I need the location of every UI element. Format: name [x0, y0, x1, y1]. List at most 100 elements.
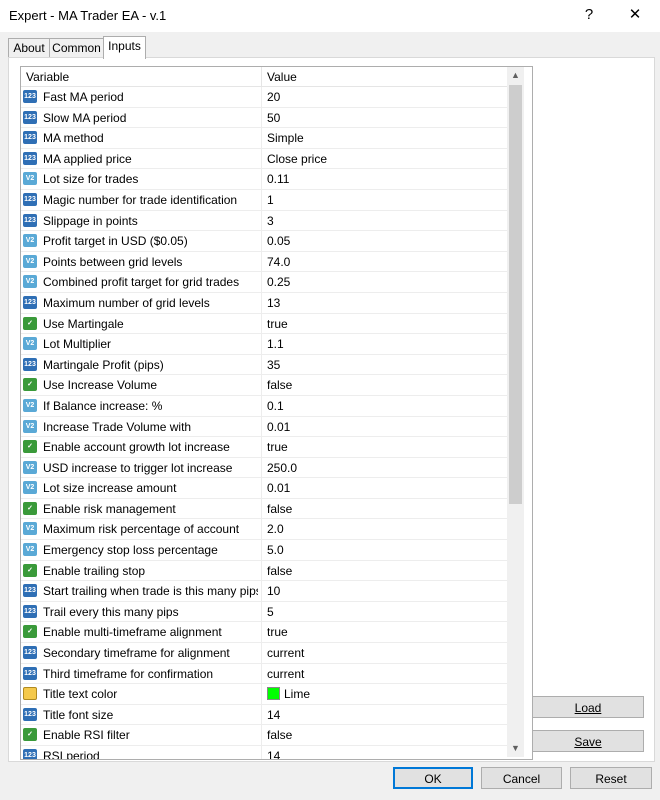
variable-value[interactable]: 3: [267, 214, 274, 228]
variable-value[interactable]: 50: [267, 111, 280, 125]
table-row[interactable]: ✓ Use Martingale true: [21, 313, 507, 335]
variable-value[interactable]: false: [267, 564, 292, 578]
variable-value[interactable]: 0.05: [267, 234, 290, 248]
double-type-icon: V2: [23, 419, 37, 433]
table-row[interactable]: 123 Slippage in points 3: [21, 210, 507, 232]
table-row[interactable]: ✓ Enable RSI filter false: [21, 725, 507, 746]
table-row[interactable]: Title text color Lime: [21, 684, 507, 705]
double-type-icon: V2: [23, 254, 37, 268]
ok-button[interactable]: OK: [393, 767, 473, 789]
tab-common[interactable]: Common: [49, 38, 104, 58]
variable-value[interactable]: 10: [267, 584, 280, 598]
table-row[interactable]: ✓ Enable multi-timeframe alignment true: [21, 622, 507, 644]
table-row[interactable]: 123 MA applied price Close price: [21, 148, 507, 170]
variable-value[interactable]: 5: [267, 605, 274, 619]
variable-value[interactable]: 0.01: [267, 420, 290, 434]
scroll-up-icon[interactable]: ▲: [507, 67, 524, 84]
variable-value[interactable]: 14: [267, 708, 280, 722]
close-button[interactable]: ✕: [623, 4, 647, 26]
table-row[interactable]: V2 Emergency stop loss percentage 5.0: [21, 540, 507, 561]
table-row[interactable]: V2 Profit target in USD ($0.05) 0.05: [21, 231, 507, 252]
scroll-down-icon[interactable]: ▼: [507, 740, 524, 757]
variable-value[interactable]: 250.0: [267, 461, 297, 475]
variable-value[interactable]: true: [267, 625, 288, 639]
variable-value[interactable]: 2.0: [267, 522, 284, 536]
window-title: Expert - MA Trader EA - v.1: [9, 8, 167, 23]
variable-name: Enable multi-timeframe alignment: [43, 625, 222, 640]
scroll-thumb[interactable]: [509, 85, 522, 504]
variable-value[interactable]: true: [267, 317, 288, 331]
variable-value[interactable]: Simple: [267, 131, 304, 145]
table-row[interactable]: 123 Fast MA period 20: [21, 87, 507, 108]
table-row[interactable]: 123 Title font size 14: [21, 704, 507, 726]
table-row[interactable]: 123 Martingale Profit (pips) 35: [21, 354, 507, 376]
variable-value[interactable]: Lime: [267, 687, 310, 701]
double-type-icon: V2: [23, 398, 37, 412]
table-row[interactable]: V2 If Balance increase: % 0.1: [21, 395, 507, 417]
variable-value-text: Lime: [284, 687, 311, 702]
variable-name: Magic number for trade identification: [43, 192, 238, 207]
variable-value[interactable]: current: [267, 667, 304, 681]
table-row[interactable]: 123 Third timeframe for confirmation curre…: [21, 663, 507, 685]
table-row[interactable]: 123 Start trailing when trade is this man…: [21, 581, 507, 602]
variable-value[interactable]: 5.0: [267, 543, 284, 557]
variable-value[interactable]: true: [267, 440, 288, 454]
variable-value[interactable]: current: [267, 646, 304, 660]
variable-value[interactable]: 20: [267, 90, 280, 104]
table-row[interactable]: ✓ Enable trailing stop false: [21, 560, 507, 582]
variable-value[interactable]: 35: [267, 358, 280, 372]
column-variable[interactable]: Variable: [26, 70, 69, 84]
cancel-button[interactable]: Cancel: [481, 767, 562, 789]
column-value[interactable]: Value: [267, 70, 297, 84]
variable-value[interactable]: 1: [267, 193, 274, 207]
table-row[interactable]: 123 Trail every this many pips 5: [21, 601, 507, 623]
reset-button[interactable]: Reset: [570, 767, 652, 789]
variable-value[interactable]: false: [267, 378, 292, 392]
boolean-type-icon: ✓: [23, 501, 37, 515]
table-row[interactable]: ✓ Enable risk management false: [21, 498, 507, 520]
variable-value[interactable]: 0.01: [267, 481, 290, 495]
tab-inputs[interactable]: Inputs: [103, 36, 146, 59]
table-row[interactable]: V2 USD increase to trigger lot increase 25…: [21, 457, 507, 479]
variable-value[interactable]: 74.0: [267, 255, 290, 269]
table-row[interactable]: V2 Lot size increase amount 0.01: [21, 478, 507, 499]
table-row[interactable]: 123 RSI period 14: [21, 746, 507, 760]
variable-value[interactable]: 0.1: [267, 399, 284, 413]
variable-value[interactable]: Close price: [267, 152, 327, 166]
table-row[interactable]: 123 Magic number for trade identification…: [21, 189, 507, 211]
table-row[interactable]: V2 Maximum risk percentage of account 2.0: [21, 519, 507, 541]
table-row[interactable]: V2 Points between grid levels 74.0: [21, 251, 507, 273]
table-row[interactable]: ✓ Use Increase Volume false: [21, 375, 507, 396]
vertical-scrollbar[interactable]: ▲ ▼: [507, 67, 524, 757]
variable-value[interactable]: 1.1: [267, 337, 284, 351]
variable-value[interactable]: 0.11: [267, 172, 289, 186]
table-row[interactable]: ✓ Enable account growth lot increase true: [21, 437, 507, 458]
table-row[interactable]: 123 Secondary timeframe for alignment curr…: [21, 643, 507, 664]
variable-name: Profit target in USD ($0.05): [43, 234, 188, 249]
variable-value[interactable]: 14: [267, 749, 280, 759]
variable-name: Trail every this many pips: [43, 604, 179, 619]
integer-type-icon: 123: [23, 192, 37, 206]
help-button[interactable]: ?: [577, 4, 601, 26]
integer-type-icon: 123: [23, 110, 37, 124]
table-row[interactable]: V2 Lot size for trades 0.11: [21, 169, 507, 190]
tab-about[interactable]: About: [8, 38, 50, 58]
variable-name: RSI period: [43, 749, 100, 760]
save-button[interactable]: Save: [532, 730, 644, 752]
table-row[interactable]: V2 Lot Multiplier 1.1: [21, 334, 507, 355]
table-row[interactable]: V2 Combined profit target for grid trades…: [21, 272, 507, 293]
integer-type-icon: 123: [23, 295, 37, 309]
variable-name: Increase Trade Volume with: [43, 419, 192, 434]
variable-value[interactable]: 0.25: [267, 275, 290, 289]
color-swatch: [267, 687, 280, 701]
variable-value[interactable]: 13: [267, 296, 280, 310]
variable-value[interactable]: false: [267, 728, 292, 742]
table-row[interactable]: 123 Maximum number of grid levels 13: [21, 292, 507, 314]
inputs-grid[interactable]: Variable Value 123 Fast MA period 20 123 Slo…: [20, 66, 533, 760]
load-button[interactable]: Load: [532, 696, 644, 718]
table-row[interactable]: V2 Increase Trade Volume with 0.01: [21, 416, 507, 438]
variable-name: Fast MA period: [43, 90, 124, 104]
table-row[interactable]: 123 MA method Simple: [21, 128, 507, 149]
variable-value[interactable]: false: [267, 502, 292, 516]
table-row[interactable]: 123 Slow MA period 50: [21, 107, 507, 129]
